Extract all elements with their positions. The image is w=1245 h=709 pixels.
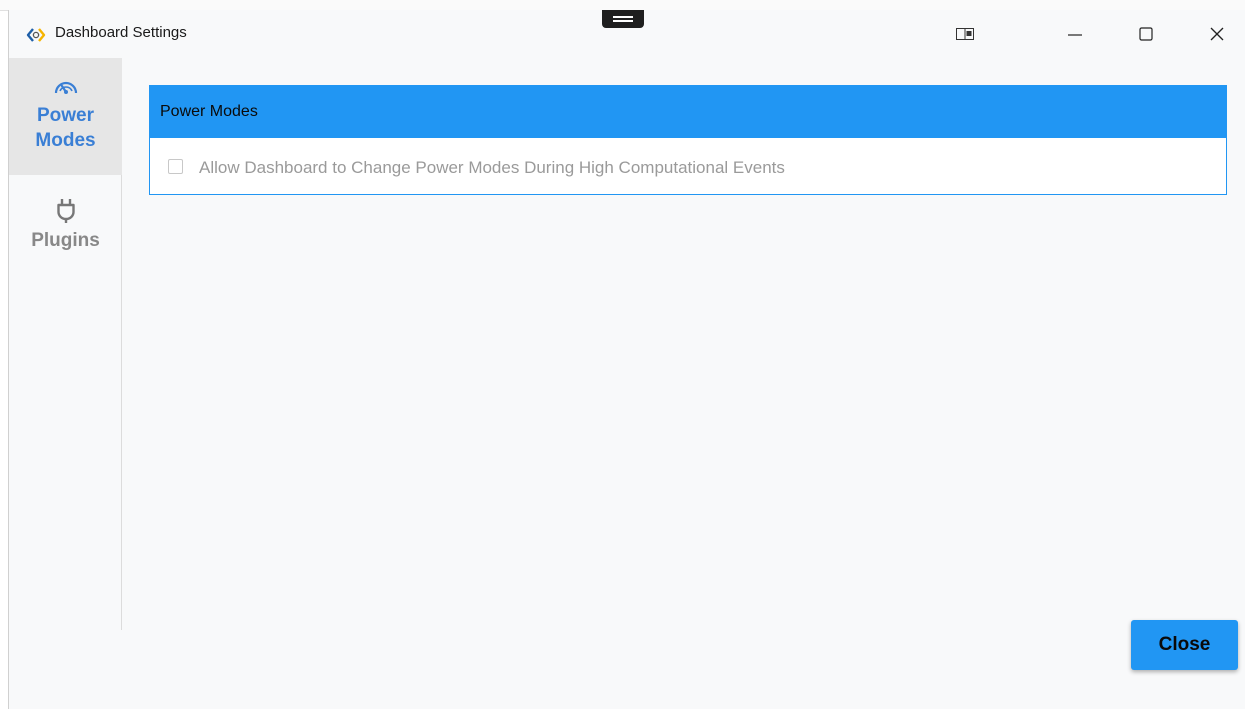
snap-layout-button[interactable] [935, 10, 995, 58]
power-modes-group: Power Modes Allow Dashboard to Change Po… [149, 85, 1227, 195]
sidebar-item-label: Power [36, 105, 95, 126]
close-button[interactable]: Close [1131, 620, 1238, 670]
sidebar-item-label: Modes [35, 130, 96, 151]
maximize-icon [1139, 27, 1153, 41]
settings-sidebar: Power Modes Plugins [9, 58, 122, 630]
settings-window: Dashboard Settings Power Modes Plugins P… [8, 10, 1245, 709]
checkbox-label: Allow Dashboard to Change Power Modes Du… [199, 158, 785, 177]
minimize-button[interactable] [1045, 10, 1105, 58]
group-body: Allow Dashboard to Change Power Modes Du… [149, 138, 1227, 195]
group-header: Power Modes [149, 85, 1227, 138]
maximize-button[interactable] [1116, 10, 1176, 58]
power-modes-checkbox[interactable] [168, 159, 183, 174]
sidebar-item-label: Plugins [31, 230, 100, 251]
snap-handle[interactable] [602, 10, 644, 28]
minimize-icon [1068, 34, 1082, 36]
close-icon [1210, 27, 1224, 41]
speedometer-icon [54, 81, 77, 94]
sidebar-item-plugins[interactable]: Plugins [9, 198, 122, 278]
close-window-button[interactable] [1187, 10, 1245, 58]
app-icon [26, 28, 46, 42]
plug-icon [56, 199, 75, 223]
sidebar-item-power-modes[interactable]: Power Modes [9, 58, 122, 175]
window-title: Dashboard Settings [55, 24, 187, 41]
snap-layout-icon [956, 28, 974, 40]
